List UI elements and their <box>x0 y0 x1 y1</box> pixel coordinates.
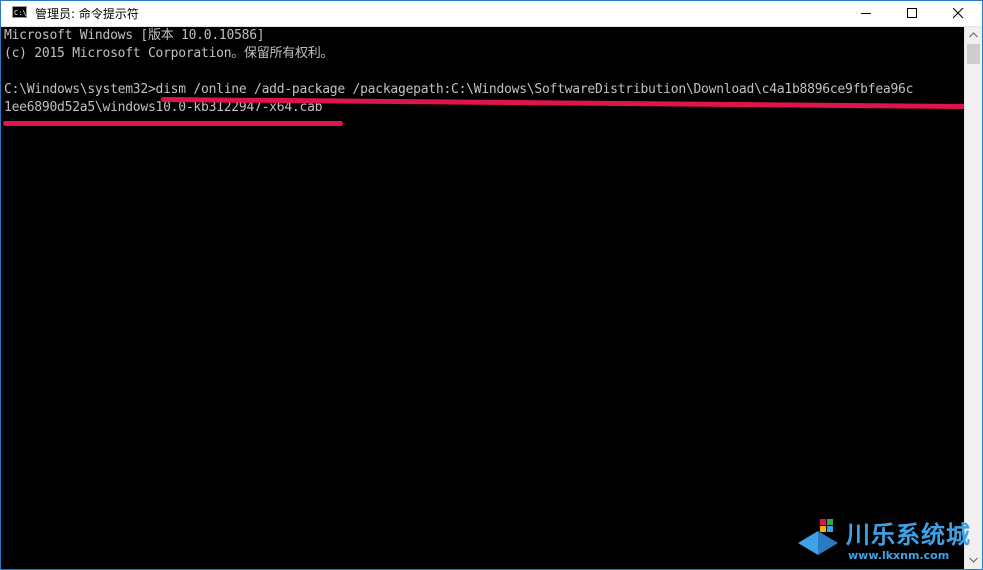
watermark-title: 川乐系统城 <box>846 521 971 549</box>
cmd-icon[interactable]: C:\ <box>12 6 27 18</box>
vertical-scrollbar[interactable] <box>964 27 982 569</box>
minimize-button[interactable] <box>844 1 890 26</box>
maximize-button[interactable] <box>890 1 936 26</box>
window-title: 管理员: 命令提示符 <box>35 7 139 21</box>
title-bar[interactable]: C:\ 管理员: 命令提示符 <box>1 1 982 27</box>
watermark-url: www.lkxnm.com <box>848 549 950 562</box>
chevron-up-icon <box>969 32 978 38</box>
minimize-icon <box>861 13 871 14</box>
site-watermark: 川乐系统城 www.lkxnm.com <box>796 513 981 568</box>
scrollbar-thumb[interactable] <box>967 44 980 64</box>
command-prompt-window: C:\ 管理员: 命令提示符 Microsoft Windows [版本 10.… <box>0 0 983 570</box>
close-button[interactable] <box>936 1 982 26</box>
close-icon <box>953 8 964 19</box>
console-line-version: Microsoft Windows [版本 10.0.10586] <box>4 28 265 43</box>
red-annotation-underline-2 <box>3 121 343 126</box>
watermark-logo-icon <box>798 519 838 555</box>
console-line-copyright: (c) 2015 Microsoft Corporation。保留所有权利。 <box>4 46 334 61</box>
console-line-command: C:\Windows\system32>dism /online /add-pa… <box>4 82 914 97</box>
maximize-icon <box>907 8 917 18</box>
scroll-up-button[interactable] <box>965 27 982 44</box>
console-output[interactable]: Microsoft Windows [版本 10.0.10586] (c) 20… <box>1 27 964 569</box>
